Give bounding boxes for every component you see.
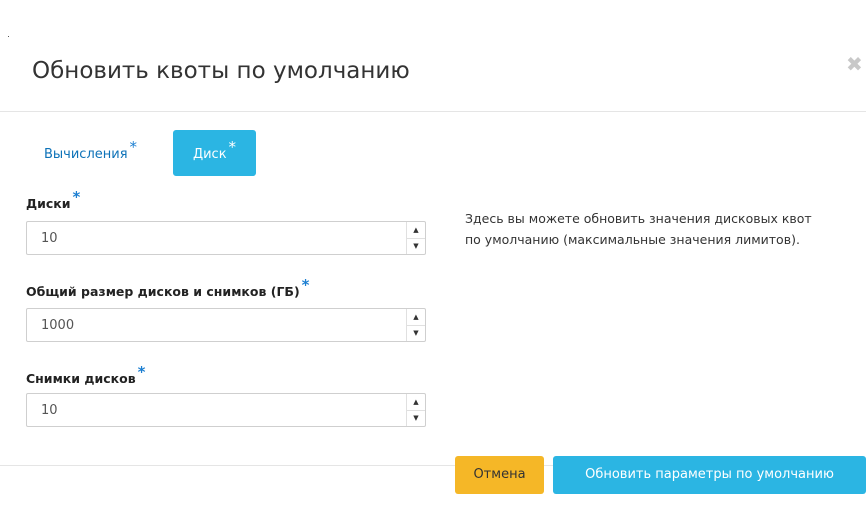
chevron-up-icon[interactable]: ▲ [407,309,425,326]
chevron-down-icon[interactable]: ▼ [407,410,425,426]
tab-compute[interactable]: Вычисления * [30,130,151,176]
close-icon[interactable]: ✖ [846,52,863,76]
field-label-text: Общий размер дисков и снимков (ГБ) [26,284,300,299]
field-label-volumes: Диски * [26,188,80,212]
gigabytes-input-value: 1000 [41,318,75,333]
volumes-input-value: 10 [41,231,58,246]
snapshots-input[interactable]: 10 ▲ ▼ [26,393,426,427]
field-label-gigabytes: Общий размер дисков и снимков (ГБ) * [26,276,310,300]
chevron-down-icon[interactable]: ▼ [407,325,425,341]
tab-disk[interactable]: Диск * [173,130,256,176]
tab-disk-label: Диск [192,147,227,162]
field-label-text: Снимки дисков [26,371,136,386]
snapshots-input-value: 10 [41,403,58,418]
snapshots-spinner: ▲ ▼ [406,394,425,426]
help-line-1: Здесь вы можете обновить значения дисков… [465,211,812,226]
required-asterisk: * [72,188,81,206]
gigabytes-spinner: ▲ ▼ [406,309,425,341]
help-text: Здесь вы можете обновить значения дисков… [465,208,865,250]
update-defaults-button[interactable]: Обновить параметры по умолчанию [553,456,866,494]
required-asterisk: * [301,276,310,294]
required-asterisk: * [137,363,146,381]
field-label-text: Диски [26,196,71,211]
required-asterisk: * [129,138,138,156]
modal-title: Обновить квоты по умолчанию [32,58,410,84]
chevron-up-icon[interactable]: ▲ [407,394,425,411]
gigabytes-input[interactable]: 1000 ▲ ▼ [26,308,426,342]
field-label-snapshots: Снимки дисков * [26,363,146,387]
required-asterisk: * [228,138,237,156]
volumes-input[interactable]: 10 ▲ ▼ [26,221,426,255]
help-line-2: по умолчанию (максимальные значения лими… [465,232,800,247]
chevron-down-icon[interactable]: ▼ [407,238,425,254]
modal-dialog: Обновить квоты по умолчанию ✖ Вычисления… [0,0,866,519]
tab-compute-label: Вычисления [44,147,128,162]
cancel-button[interactable]: Отмена [455,456,544,494]
chevron-up-icon[interactable]: ▲ [407,222,425,239]
volumes-spinner: ▲ ▼ [406,222,425,254]
modal-header: Обновить квоты по умолчанию ✖ [0,0,866,112]
